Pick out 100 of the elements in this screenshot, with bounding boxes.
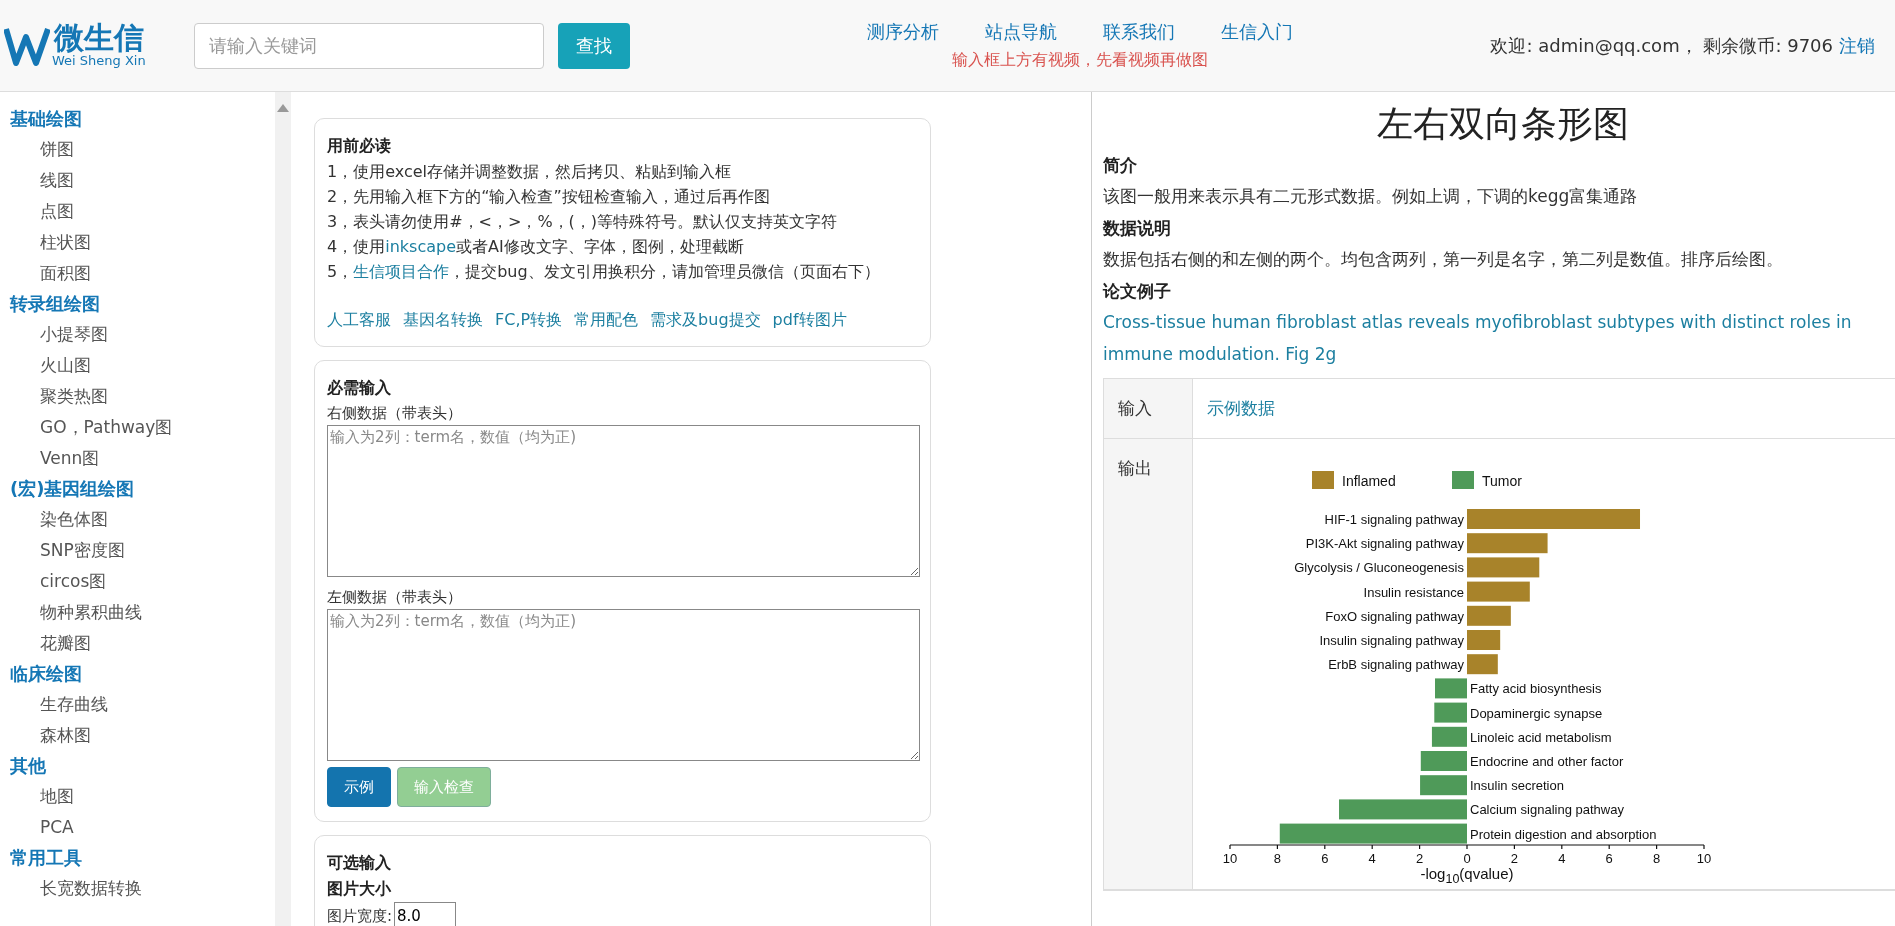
sidebar-group[interactable]: 基础绘图 — [10, 104, 275, 134]
category-label: ErbB signaling pathway — [1328, 657, 1464, 673]
sidebar-group[interactable]: 临床绘图 — [10, 659, 275, 689]
search-field[interactable]: 请输入关键词 — [194, 22, 544, 69]
guide-line: 5，生信项目合作，提交bug、发文引用换积分，请加管理员微信（页面右下） — [327, 261, 881, 283]
sidebar-item[interactable]: circos图 — [10, 566, 275, 597]
sidebar-item[interactable]: 森林图 — [10, 720, 275, 751]
legend-label: Tumor — [1482, 473, 1522, 489]
sidebar-item[interactable]: PCA — [10, 812, 275, 843]
sidebar-item[interactable]: SNP密度图 — [10, 535, 275, 566]
section-heading: 简介 — [1103, 154, 1138, 177]
tick-label: 4 — [1558, 851, 1566, 866]
section-title: 图片大小 — [327, 878, 392, 900]
sidebar-item[interactable]: 小提琴图 — [10, 319, 275, 350]
sidebar-item[interactable]: 染色体图 — [10, 504, 275, 535]
sidebar-item[interactable]: 花瓣图 — [10, 628, 275, 659]
sidebar-item[interactable]: Venn图 — [10, 443, 275, 474]
tool-link[interactable]: pdf转图片 — [772, 308, 847, 332]
logout-link[interactable]: 注销 — [1839, 33, 1875, 58]
sidebar-item[interactable]: 饼图 — [10, 134, 275, 165]
sidebar-item[interactable]: 火山图 — [10, 350, 275, 381]
legend-label: Inflamed — [1342, 473, 1396, 489]
sidebar-item[interactable]: 长宽数据转换 — [10, 873, 275, 904]
sidebar-item[interactable]: GO，Pathway图 — [10, 412, 275, 443]
tick-label: 8 — [1653, 851, 1661, 866]
category-label: Linoleic acid metabolism — [1470, 729, 1612, 745]
example-data-link[interactable]: 示例数据 — [1207, 398, 1275, 418]
description-text: 该图一般用来表示具有二元形式数据。例如上调，下调的kegg富集通路 — [1103, 185, 1639, 208]
tick-label: 10 — [1696, 851, 1712, 866]
sidebar-item[interactable]: 聚类热图 — [10, 381, 275, 412]
category-label: Protein digestion and absorption — [1470, 826, 1657, 842]
scrollbar[interactable] — [275, 92, 291, 926]
category-label: Endocrine and other factor — [1470, 754, 1624, 769]
tick-label: 2 — [1510, 851, 1518, 866]
card-title: 必需输入 — [327, 377, 392, 399]
tool-link[interactable]: 常用配色 — [574, 308, 639, 332]
logo-name: 微生信 — [53, 23, 144, 53]
category-label: Insulin signaling pathway — [1319, 633, 1464, 648]
tick-label: 4 — [1368, 851, 1376, 866]
sidebar-item[interactable]: 柱状图 — [10, 227, 275, 258]
page-title: 左右双向条形图 — [1375, 102, 1630, 146]
sidebar-item[interactable]: 物种累积曲线 — [10, 597, 275, 628]
data-textarea[interactable]: 输入为2列：term名，数值（均为正) — [327, 425, 920, 577]
welcome-text: 欢迎: admin@qq.com， 剩余微币: 9706 — [1490, 33, 1833, 58]
nav-link[interactable]: 生信入门 — [1221, 20, 1294, 44]
sidebar-item[interactable]: 线图 — [10, 165, 275, 196]
inline-link[interactable]: inkscape — [385, 237, 456, 256]
description-text: 数据包括右侧的和左侧的两个。均包含两列，第一列是名字，第二列是数值。排序后绘图。 — [1103, 248, 1784, 271]
guide-line: 4，使用inkscape或者AI修改文字、字体，图例，处理截断 — [327, 236, 745, 258]
width-input[interactable]: 8.0 — [394, 902, 457, 926]
inline-link[interactable]: 生信项目合作 — [353, 262, 450, 281]
table-header-cell: 输出 — [1104, 439, 1192, 890]
sidebar-group[interactable]: 转录组绘图 — [10, 289, 275, 319]
sidebar-group[interactable]: 其他 — [10, 751, 275, 781]
section-heading: 数据说明 — [1103, 217, 1172, 240]
field-label: 右侧数据（带表头） — [327, 403, 463, 424]
category-label: PI3K-Akt signaling pathway — [1305, 536, 1464, 552]
guide-line: 1，使用excel存储并调整数据，然后拷贝、粘贴到输入框 — [327, 161, 732, 183]
sidebar-item[interactable]: 点图 — [10, 196, 275, 227]
tick-label: 8 — [1273, 851, 1281, 866]
search-button[interactable]: 查找 — [558, 22, 630, 69]
tick-label: 0 — [1463, 851, 1471, 866]
category-label: Insulin secretion — [1470, 778, 1564, 794]
tick-label: 6 — [1321, 851, 1329, 866]
category-label: Insulin resistance — [1363, 584, 1464, 600]
notice-text: 输入框上方有视频，先看视频再做图 — [952, 50, 1209, 71]
nav-link[interactable]: 联系我们 — [1103, 20, 1176, 44]
nav-link[interactable]: 测序分析 — [867, 20, 940, 44]
table-header-cell: 输入 — [1104, 379, 1192, 439]
tool-link[interactable]: FC,P转换 — [495, 308, 563, 332]
category-label: Calcium signaling pathway — [1470, 802, 1624, 818]
category-label: Glycolysis / Gluconeogenesis — [1294, 560, 1464, 576]
sidebar-item[interactable]: 面积图 — [10, 258, 275, 289]
tool-link[interactable]: 人工客服 — [327, 308, 391, 332]
logo-subtitle: Wei Sheng Xin — [52, 53, 146, 68]
field-label: 图片宽度: — [327, 906, 393, 926]
tick-label: 6 — [1605, 851, 1613, 866]
sidebar-item[interactable]: 生存曲线 — [10, 689, 275, 720]
axis-title: -log$_{10}$(qvalue) — [1420, 865, 1514, 882]
sidebar-item[interactable]: 地图 — [10, 781, 275, 812]
category-label: Fatty acid biosynthesis — [1470, 681, 1602, 697]
data-textarea[interactable]: 输入为2列：term名，数值（均为正) — [327, 609, 920, 761]
scroll-up-icon[interactable] — [277, 104, 289, 112]
card-title: 用前必读 — [327, 135, 392, 157]
category-label: HIF-1 signaling pathway — [1324, 512, 1464, 527]
guide-line: 2，先用输入框下方的“输入检查”按钮检查输入，通过后再作图 — [327, 186, 771, 208]
guide-line: 3，表头请勿使用#，<，>，%，(，)等特殊符号。默认仅支持英文字符 — [327, 211, 839, 233]
section-heading: 论文例子 — [1103, 280, 1172, 303]
example-button[interactable]: 示例 — [327, 767, 391, 807]
category-label: Dopaminergic synapse — [1470, 705, 1603, 721]
tool-link[interactable]: 基因名转换 — [403, 308, 483, 332]
paper-link[interactable]: Cross-tissue human fibroblast atlas reveals myofibroblast subtypes with distinct roles in immune modulation. Fig 2g — [1103, 306, 1895, 370]
card-title: 可选输入 — [327, 852, 392, 874]
tool-link[interactable]: 需求及bug提交 — [650, 308, 761, 332]
sidebar-group[interactable]: (宏)基因组绘图 — [10, 474, 275, 504]
sidebar-group[interactable]: 常用工具 — [10, 843, 275, 873]
nav-link[interactable]: 站点导航 — [985, 20, 1058, 44]
field-label: 左侧数据（带表头） — [327, 587, 463, 608]
category-label: FoxO signaling pathway — [1325, 608, 1464, 624]
tick-label: 2 — [1416, 851, 1424, 866]
